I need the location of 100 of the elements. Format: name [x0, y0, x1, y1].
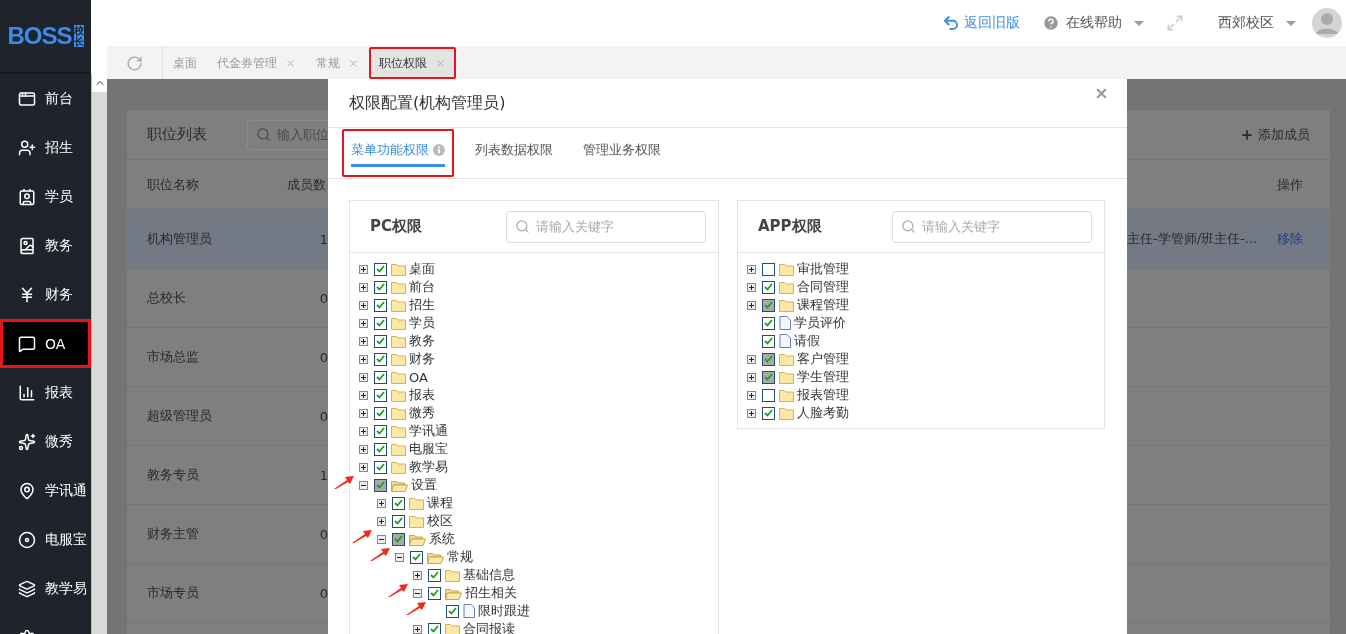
- tree-item[interactable]: 学员评价: [747, 314, 1104, 332]
- collapse-icon[interactable]: [395, 552, 404, 562]
- tree-item[interactable]: 教学易: [359, 458, 718, 476]
- tree-item[interactable]: 请假: [747, 332, 1104, 350]
- tab[interactable]: 列表数据权限: [466, 129, 562, 177]
- expand-icon[interactable]: [359, 408, 368, 418]
- nav-item[interactable]: 财务: [0, 270, 91, 319]
- checkbox[interactable]: [428, 622, 441, 634]
- expand-icon[interactable]: [413, 570, 422, 580]
- checkbox[interactable]: [762, 280, 775, 294]
- checkbox[interactable]: [446, 604, 459, 618]
- tree-item[interactable]: 桌面: [359, 260, 718, 278]
- nav-item[interactable]: 学讯通: [0, 466, 91, 515]
- checkbox[interactable]: [374, 442, 387, 456]
- expand-icon[interactable]: [359, 354, 368, 364]
- tree-item[interactable]: 常规: [395, 548, 718, 566]
- expand-icon[interactable]: [359, 444, 368, 454]
- expand-icon[interactable]: [747, 300, 756, 310]
- checkbox[interactable]: [374, 388, 387, 402]
- checkbox[interactable]: [392, 514, 405, 528]
- expand-icon[interactable]: [359, 336, 368, 346]
- checkbox[interactable]: [762, 334, 775, 348]
- nav-item[interactable]: 学员: [0, 172, 91, 221]
- checkbox[interactable]: [428, 568, 441, 582]
- tree-item[interactable]: 学生管理: [747, 368, 1104, 386]
- nav-item[interactable]: 教务: [0, 221, 91, 270]
- expand-icon[interactable]: [747, 354, 756, 364]
- expand-icon[interactable]: [747, 408, 756, 418]
- checkbox[interactable]: [374, 334, 387, 348]
- tree-item[interactable]: OA: [359, 368, 718, 386]
- expand-icon[interactable]: [359, 426, 368, 436]
- collapse-icon[interactable]: [413, 588, 422, 598]
- tree-item[interactable]: 报表管理: [747, 386, 1104, 404]
- help-menu[interactable]: 在线帮助: [1066, 14, 1122, 32]
- back-link[interactable]: 返回旧版: [942, 14, 1020, 32]
- scroll-up-button[interactable]: [92, 74, 107, 92]
- tree-item[interactable]: 学讯通: [359, 422, 718, 440]
- checkbox[interactable]: [762, 298, 775, 312]
- add-member-button[interactable]: 添加成员: [1240, 125, 1310, 144]
- nav-item[interactable]: OA: [0, 319, 91, 368]
- tree-item[interactable]: 报表: [359, 386, 718, 404]
- tree-item[interactable]: 学员: [359, 314, 718, 332]
- checkbox[interactable]: [374, 316, 387, 330]
- tree-item[interactable]: 招生相关: [413, 584, 718, 602]
- page-tab[interactable]: 职位权限: [369, 47, 456, 79]
- checkbox[interactable]: [762, 388, 775, 402]
- checkbox[interactable]: [410, 550, 423, 564]
- checkbox[interactable]: [762, 370, 775, 384]
- checkbox[interactable]: [374, 352, 387, 366]
- nav-item[interactable]: 招生: [0, 123, 91, 172]
- expand-icon[interactable]: [747, 264, 756, 274]
- nav-item[interactable]: 微秀: [0, 417, 91, 466]
- expand-icon[interactable]: [377, 516, 386, 526]
- expand-icon[interactable]: [747, 372, 756, 382]
- checkbox[interactable]: [374, 280, 387, 294]
- checkbox[interactable]: [762, 316, 775, 330]
- expand-icon[interactable]: [359, 372, 368, 382]
- checkbox[interactable]: [392, 532, 405, 546]
- checkbox[interactable]: [374, 460, 387, 474]
- checkbox[interactable]: [762, 262, 775, 276]
- tree-item[interactable]: 系统: [377, 530, 718, 548]
- tree-item[interactable]: 教务: [359, 332, 718, 350]
- checkbox[interactable]: [762, 406, 775, 420]
- tree-item[interactable]: 微秀: [359, 404, 718, 422]
- checkbox[interactable]: [762, 352, 775, 366]
- expand-icon[interactable]: [747, 390, 756, 400]
- checkbox[interactable]: [392, 496, 405, 510]
- tree-item[interactable]: 前台: [359, 278, 718, 296]
- tree-item[interactable]: 课程管理: [747, 296, 1104, 314]
- checkbox[interactable]: [428, 586, 441, 600]
- checkbox[interactable]: [374, 262, 387, 276]
- tree-item[interactable]: 合同管理: [747, 278, 1104, 296]
- checkbox[interactable]: [374, 298, 387, 312]
- nav-item[interactable]: 前台: [0, 74, 91, 123]
- expand-icon[interactable]: [359, 390, 368, 400]
- expand-icon[interactable]: [359, 462, 368, 472]
- collapse-icon[interactable]: [359, 480, 368, 490]
- nav-item[interactable]: 电服宝: [0, 515, 91, 564]
- tab[interactable]: 菜单功能权限: [342, 129, 454, 177]
- nav-item[interactable]: 教学易: [0, 564, 91, 613]
- expand-icon[interactable]: [359, 300, 368, 310]
- tree-item[interactable]: 客户管理: [747, 350, 1104, 368]
- expand-icon[interactable]: [359, 264, 368, 274]
- tree-item[interactable]: 设置: [359, 476, 718, 494]
- tab[interactable]: 管理业务权限: [574, 129, 670, 177]
- tree-item[interactable]: 审批管理: [747, 260, 1104, 278]
- tree-item[interactable]: 基础信息: [413, 566, 718, 584]
- collapse-icon[interactable]: [377, 534, 386, 544]
- checkbox[interactable]: [374, 406, 387, 420]
- tree-item[interactable]: 校区: [377, 512, 718, 530]
- expand-icon[interactable]: [747, 282, 756, 292]
- tree-item[interactable]: 人脸考勤: [747, 404, 1104, 422]
- tree-item[interactable]: 财务: [359, 350, 718, 368]
- nav-item[interactable]: 报表: [0, 368, 91, 417]
- tree-item[interactable]: 限时跟进: [431, 602, 718, 620]
- campus-menu[interactable]: 西郊校区: [1218, 14, 1274, 32]
- checkbox[interactable]: [374, 370, 387, 384]
- tree-item[interactable]: 招生: [359, 296, 718, 314]
- expand-icon[interactable]: [359, 282, 368, 292]
- tree-item[interactable]: 课程: [377, 494, 718, 512]
